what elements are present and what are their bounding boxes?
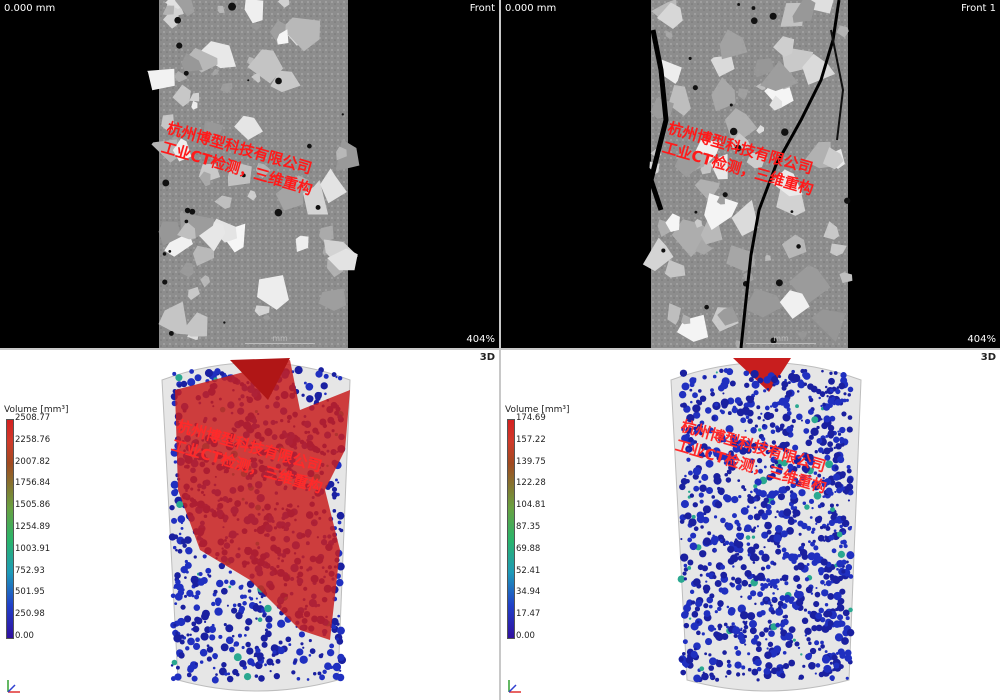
slice-position-label: 0.000 mm: [505, 3, 557, 14]
3d-volume-render: [670, 358, 862, 692]
legend-colorbar: [507, 419, 515, 639]
scale-bar: mm: [746, 334, 816, 344]
3d-view-left[interactable]: 3D Volume [mm³] 2508.77 2258.76 2007.82 175…: [0, 350, 499, 700]
legend-tick-label: 52.41: [516, 565, 541, 576]
legend-tick-label: 104.81: [516, 500, 546, 511]
legend-tick-label: 1254.89: [15, 522, 51, 532]
slice-position-label: 0.000 mm: [4, 3, 56, 14]
legend-tick-label: 752.93: [15, 565, 45, 576]
axis-gizmo-icon: [7, 680, 20, 693]
legend-tick-label: 2508.77: [15, 413, 51, 423]
legend-tick-label: 34.94: [516, 587, 541, 598]
legend-tick-label: 0.00: [15, 631, 34, 641]
legend-tick-label: 250.98: [15, 609, 45, 620]
legend-tick-label: 157.22: [516, 434, 546, 445]
legend-tick-label: 17.47: [516, 609, 541, 620]
slice-view-front-1[interactable]: 0.000 mm Front 1 404% mm 杭州博型科技有限公司 工业CT…: [501, 0, 1000, 348]
legend-tick-label: 87.35: [516, 522, 541, 532]
legend-tick-label: 0.00: [516, 631, 535, 641]
legend-tick-label: 139.75: [516, 456, 546, 467]
legend-tick-label: 2258.76: [15, 434, 51, 445]
view-name-label: Front 1: [961, 3, 996, 14]
legend-colorbar: [6, 419, 14, 639]
legend-tick-label: 2007.82: [15, 456, 51, 467]
3d-volume-render: [161, 358, 351, 692]
legend-tick-label: 1003.91: [15, 543, 51, 554]
scale-bar: mm: [245, 334, 315, 344]
color-legend: Volume [mm³] 2508.77 2258.76 2007.82 1756.8…: [4, 405, 69, 641]
viewport-divider-vertical[interactable]: [499, 0, 501, 700]
legend-tick-label: 1756.84: [15, 478, 51, 489]
zoom-level: 404%: [967, 334, 996, 345]
axis-gizmo-icon: [508, 680, 521, 693]
legend-tick-label: 122.28: [516, 478, 546, 489]
legend-tick-label: 501.95: [15, 587, 45, 598]
slice-view-front[interactable]: 0.000 mm Front 404% mm 杭州博型科技有限公司 工业CT检测…: [0, 0, 499, 348]
legend-tick-label: 174.69: [516, 413, 546, 423]
view-name-label: Front: [469, 3, 495, 14]
3d-view-right[interactable]: 3D Volume [mm³] 174.69 157.22 139.75 122.28…: [501, 350, 1000, 700]
legend-tick-label: 69.88: [516, 543, 541, 554]
zoom-level: 404%: [466, 334, 495, 345]
color-legend: Volume [mm³] 174.69 157.22 139.75 122.28 104…: [505, 405, 570, 641]
legend-tick-label: 1505.86: [15, 500, 51, 511]
viewport-divider-horizontal[interactable]: [0, 348, 1000, 350]
